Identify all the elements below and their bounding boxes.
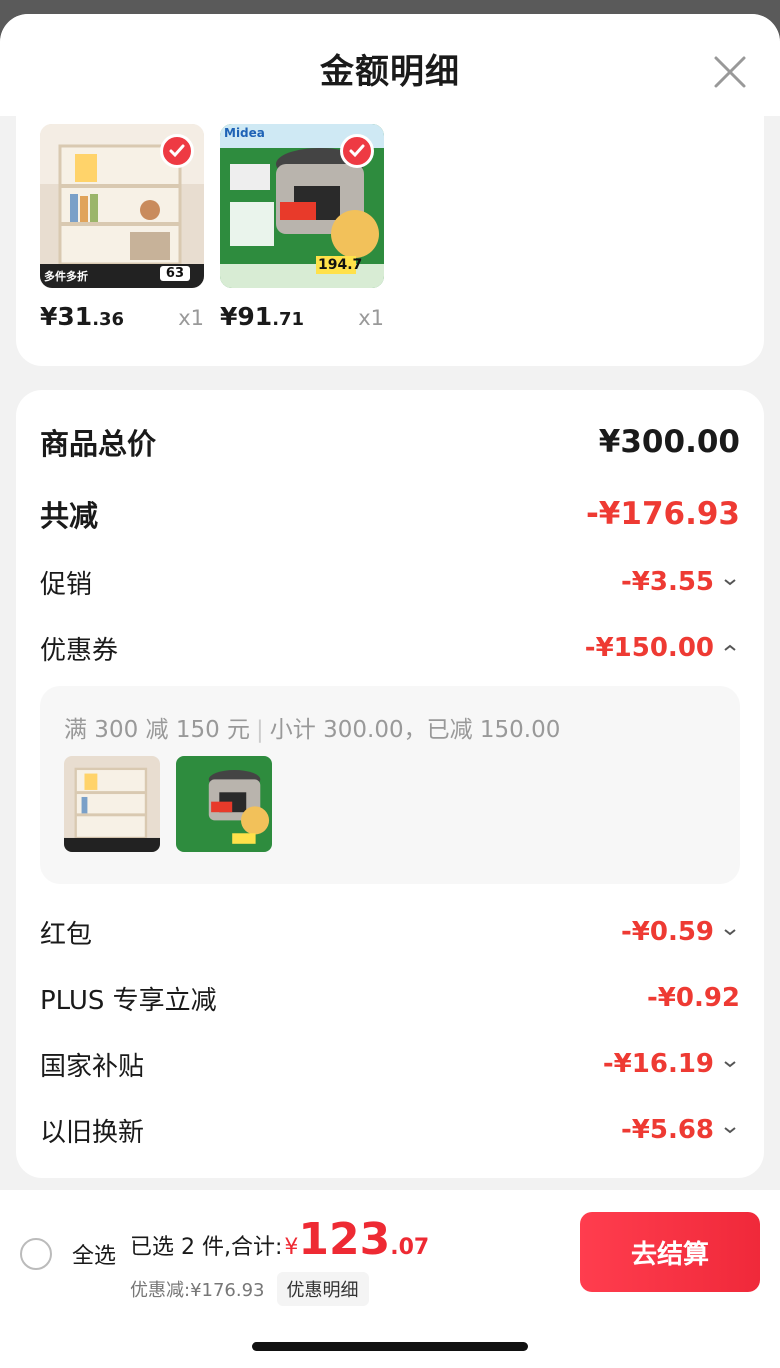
badge-left: 多件多折 (44, 270, 88, 283)
promo-price: 194.7 (318, 257, 363, 273)
total-dec: .07 (390, 1235, 430, 1260)
reduction-label: 共减 (40, 499, 99, 533)
home-indicator (252, 1342, 528, 1351)
total-value: ¥300.00 (598, 424, 740, 460)
coupon-detail-text: 满 300 减 150 元 | 小计 300.00，已减 150.00 (64, 717, 561, 743)
row-reduction: 共减 -¥176.93 (40, 490, 740, 538)
coupon-item-shelf (64, 756, 160, 852)
checkout-button[interactable]: 去结算 (580, 1212, 760, 1292)
row-total: 商品总价 ¥300.00 (40, 418, 740, 466)
product-price: ¥31.36 (40, 302, 125, 331)
discount-text: 优惠减:¥176.93 (130, 1280, 265, 1301)
tradein-value-wrap: -¥5.68 (621, 1115, 740, 1145)
product-qty: x1 (358, 306, 384, 330)
check-icon[interactable] (340, 134, 374, 168)
total-label: 商品总价 (40, 427, 157, 461)
product-qty: x1 (178, 306, 204, 330)
products-card: 多件多折 63 ¥31.36 x1 Midea 194.7 ¥91.71 x1 (16, 94, 764, 366)
redpacket-label: 红包 (40, 919, 93, 950)
row-promo[interactable]: 促销 -¥3.55 (40, 560, 740, 604)
redpacket-value: -¥0.59 (620, 917, 714, 947)
check-icon[interactable] (160, 134, 194, 168)
chevron-up-icon[interactable] (720, 638, 740, 658)
plus-label: PLUS 专享立减 (40, 985, 217, 1016)
coupon-value-wrap: -¥150.00 (585, 633, 740, 663)
row-tradein[interactable]: 以旧换新 -¥5.68 (40, 1108, 740, 1152)
close-icon (714, 56, 746, 88)
coupon-subtotal: 小计 300.00，已减 150.00 (269, 717, 561, 743)
coupon-item-cooker (176, 756, 272, 852)
sheet-title: 金额明细 (320, 52, 460, 92)
brand-logo: Midea (224, 126, 265, 140)
chevron-down-icon[interactable] (720, 1054, 740, 1074)
total-line: 已选 2 件,合计: ¥ 123 .07 (130, 1214, 429, 1265)
subsidy-label: 国家补贴 (40, 1051, 145, 1082)
row-subsidy[interactable]: 国家补贴 -¥16.19 (40, 1042, 740, 1086)
product-price: ¥91.71 (220, 302, 305, 331)
chevron-down-icon[interactable] (720, 572, 740, 592)
select-all-label[interactable]: 全选 (72, 1238, 116, 1270)
discount-line: 优惠减:¥176.93 优惠明细 (130, 1272, 369, 1306)
product-image-shelf[interactable]: 多件多折 63 (40, 124, 204, 288)
row-coupon[interactable]: 优惠券 -¥150.00 (40, 626, 740, 670)
row-redpacket[interactable]: 红包 -¥0.59 (40, 910, 740, 954)
tradein-label: 以旧换新 (40, 1117, 145, 1148)
coupon-label: 优惠券 (40, 635, 119, 666)
discount-detail-link[interactable]: 优惠明细 (276, 1272, 369, 1306)
chevron-down-icon[interactable] (720, 922, 740, 942)
reduction-value: -¥176.93 (585, 496, 740, 532)
product-item-shelf[interactable]: 多件多折 63 ¥31.36 x1 (40, 124, 204, 331)
total-int: 123 (298, 1214, 391, 1265)
select-all-radio[interactable] (20, 1238, 52, 1270)
coupon-rule: 满 300 减 150 元 (64, 717, 251, 743)
total-currency: ¥ (284, 1235, 299, 1260)
promo-value-wrap: -¥3.55 (621, 567, 740, 597)
tradein-value: -¥5.68 (620, 1115, 714, 1145)
checkout-bar: 全选 已选 2 件,合计: ¥ 123 .07 优惠减:¥176.93 优惠明细… (0, 1190, 780, 1368)
subsidy-value-wrap: -¥16.19 (603, 1049, 740, 1079)
coupon-value: -¥150.00 (584, 633, 714, 663)
plus-value: -¥0.92 (646, 983, 740, 1013)
subsidy-value: -¥16.19 (602, 1049, 714, 1079)
product-image-cooker[interactable]: Midea 194.7 (220, 124, 384, 288)
promo-label: 促销 (40, 569, 93, 600)
product-item-cooker[interactable]: Midea 194.7 ¥91.71 x1 (220, 124, 384, 331)
coupon-detail-box: 满 300 减 150 元 | 小计 300.00，已减 150.00 (40, 686, 740, 884)
promo-value: -¥3.55 (620, 567, 714, 597)
selected-text: 已选 2 件,合计: (130, 1235, 283, 1260)
price-summary-card: 商品总价 ¥300.00 共减 -¥176.93 促销 -¥3.55 优惠券 -… (16, 390, 764, 1178)
amount-detail-sheet: 金额明细 多件多折 63 ¥31.36 x1 Midea 194.7 ¥91.7… (0, 14, 780, 1368)
close-button[interactable] (706, 48, 754, 96)
chevron-down-icon[interactable] (720, 1120, 740, 1140)
row-plus: PLUS 专享立减 -¥0.92 (40, 976, 740, 1020)
badge-right: 63 (159, 266, 190, 281)
redpacket-value-wrap: -¥0.59 (621, 917, 740, 947)
